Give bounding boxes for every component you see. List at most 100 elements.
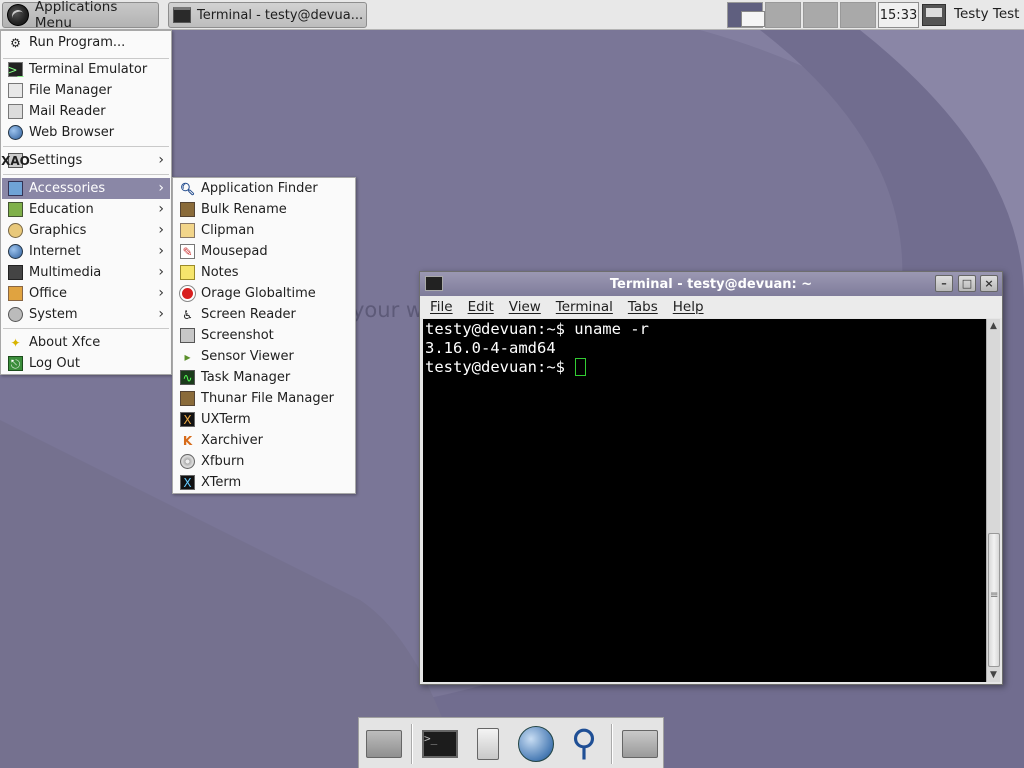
menu-item-clipman[interactable]: Clipman — [174, 220, 354, 241]
disc-icon — [180, 454, 195, 469]
terminal-line: 3.16.0-4-amd64 — [425, 339, 556, 357]
menu-item-label: Screen Reader — [201, 307, 296, 322]
magnifier-icon: ⚲ — [570, 723, 598, 764]
menu-item-notes[interactable]: Notes — [174, 262, 354, 283]
menu-item-web-browser[interactable]: Web Browser — [2, 122, 170, 143]
menu-item-mousepad[interactable]: ✎ Mousepad — [174, 241, 354, 262]
menu-item-label: UXTerm — [201, 412, 251, 427]
maximize-button[interactable]: □ — [958, 275, 976, 292]
menu-item-label: Multimedia — [29, 265, 102, 280]
settings-icon: XAO — [1, 153, 30, 168]
menu-item-label: System — [29, 307, 78, 322]
workspace-3[interactable] — [802, 2, 839, 28]
chevron-right-icon: › — [158, 285, 164, 301]
menu-item-label: Terminal Emulator — [29, 62, 148, 77]
menu-item-xterm[interactable]: X XTerm — [174, 472, 354, 493]
menu-item-label: Office — [29, 286, 67, 301]
menu-item-bulk-rename[interactable]: Bulk Rename — [174, 199, 354, 220]
scrollbar-thumb[interactable] — [988, 533, 1000, 667]
terminal-prompt: testy@devuan:~$ — [425, 358, 575, 376]
menu-item-log-out[interactable]: ⎋ Log Out — [2, 353, 170, 374]
star-icon: ✦ — [10, 335, 21, 350]
menu-item-file-manager[interactable]: File Manager — [2, 80, 170, 101]
sensor-icon: ▸ — [184, 349, 191, 364]
chevron-right-icon: › — [158, 201, 164, 217]
chevron-right-icon: › — [158, 222, 164, 238]
menu-item-screenshot[interactable]: Screenshot — [174, 325, 354, 346]
xfce-logo-icon — [7, 4, 29, 26]
terminal-icon — [173, 7, 191, 23]
mail-icon — [8, 104, 23, 119]
taskbar-terminal-button[interactable]: Terminal - testy@devua... — [168, 2, 367, 28]
menu-item-settings[interactable]: XAO Settings › — [1, 150, 170, 171]
menu-item-label: Web Browser — [29, 125, 115, 140]
menu-item-education[interactable]: Education › — [2, 199, 170, 220]
scroll-up-arrow-icon[interactable]: ▲ — [987, 319, 1000, 333]
menu-item-application-finder[interactable]: 🔍︎ Application Finder — [174, 178, 354, 199]
workspace-2[interactable] — [764, 2, 801, 28]
menu-edit[interactable]: Edit — [468, 299, 494, 315]
menu-item-run-program[interactable]: ⚙ Run Program... — [2, 32, 170, 53]
panel-clock[interactable]: 15:33 — [878, 2, 919, 28]
terminal-prompt-line: testy@devuan:~$ — [425, 358, 984, 377]
menu-item-system[interactable]: System › — [2, 304, 170, 325]
terminal-title: Terminal - testy@devuan: ~ — [609, 276, 813, 292]
menu-tabs[interactable]: Tabs — [628, 299, 658, 315]
menu-item-uxterm[interactable]: X UXTerm — [174, 409, 354, 430]
menu-item-task-manager[interactable]: ∿ Task Manager — [174, 367, 354, 388]
menu-item-sensor-viewer[interactable]: ▸ Sensor Viewer — [174, 346, 354, 367]
brush-icon — [180, 202, 195, 217]
workspace-1[interactable] — [727, 2, 765, 28]
dock-app-finder[interactable]: ⚲ — [563, 724, 605, 764]
workspace-4[interactable] — [840, 2, 876, 28]
workspace-switcher — [727, 2, 876, 28]
dock-folder[interactable] — [619, 724, 661, 764]
dock-file-manager[interactable] — [467, 724, 509, 764]
menu-item-xarchiver[interactable]: K Xarchiver — [174, 430, 354, 451]
minimize-button[interactable]: – — [935, 275, 953, 292]
menu-item-xfburn[interactable]: Xfburn — [174, 451, 354, 472]
globe-icon — [8, 125, 23, 140]
menu-item-orage-globaltime[interactable]: Orage Globaltime — [174, 283, 354, 304]
menu-item-label: Sensor Viewer — [201, 349, 294, 364]
scroll-down-arrow-icon[interactable]: ▼ — [987, 668, 1000, 682]
terminal-titlebar[interactable]: Terminal - testy@devuan: ~ – □ × — [420, 272, 1002, 296]
menu-item-screen-reader[interactable]: ♿ Screen Reader — [174, 304, 354, 325]
menu-item-multimedia[interactable]: Multimedia › — [2, 262, 170, 283]
terminal-screen[interactable]: testy@devuan:~$ uname -r 3.16.0-4-amd64 … — [423, 319, 986, 682]
menu-item-label: Run Program... — [29, 35, 126, 50]
menu-item-thunar-file-manager[interactable]: Thunar File Manager — [174, 388, 354, 409]
dock-show-desktop[interactable] — [363, 724, 405, 764]
menu-item-accessories[interactable]: Accessories › — [2, 178, 170, 199]
file-cabinet-icon — [477, 728, 499, 760]
globe-icon — [518, 726, 554, 762]
menu-item-office[interactable]: Office › — [2, 283, 170, 304]
menu-item-terminal-emulator[interactable]: >_ Terminal Emulator — [2, 59, 170, 80]
menu-view[interactable]: View — [509, 299, 541, 315]
archive-icon: K — [182, 433, 193, 448]
menu-help[interactable]: Help — [673, 299, 704, 315]
menu-item-internet[interactable]: Internet › — [2, 241, 170, 262]
menu-item-graphics[interactable]: Graphics › — [2, 220, 170, 241]
close-button[interactable]: × — [980, 275, 998, 292]
dock-terminal[interactable]: >_ — [419, 724, 461, 764]
terminal-scrollbar[interactable]: ▲ ▼ — [986, 319, 1000, 682]
run-icon: ⚙ — [10, 35, 21, 50]
file-manager-icon — [8, 83, 23, 98]
menu-item-label: Application Finder — [201, 181, 318, 196]
terminal-icon[interactable] — [425, 276, 443, 291]
menu-item-label: Thunar File Manager — [201, 391, 334, 406]
user-name-label[interactable]: Testy Test — [954, 6, 1019, 22]
user-switch-icon[interactable] — [922, 4, 946, 26]
menu-item-label: Mousepad — [201, 244, 268, 259]
menu-terminal[interactable]: Terminal — [556, 299, 613, 315]
menu-item-label: Internet — [29, 244, 81, 259]
dock-web-browser[interactable] — [515, 724, 557, 764]
applications-menu-button[interactable]: Applications Menu — [2, 0, 159, 31]
menu-file[interactable]: File — [430, 299, 453, 315]
menu-item-label: Xfburn — [201, 454, 245, 469]
menu-item-mail-reader[interactable]: Mail Reader — [2, 101, 170, 122]
menu-item-label: Settings — [29, 153, 83, 168]
menu-item-about-xfce[interactable]: ✦ About Xfce — [2, 332, 170, 353]
menu-item-label: About Xfce — [29, 335, 101, 350]
